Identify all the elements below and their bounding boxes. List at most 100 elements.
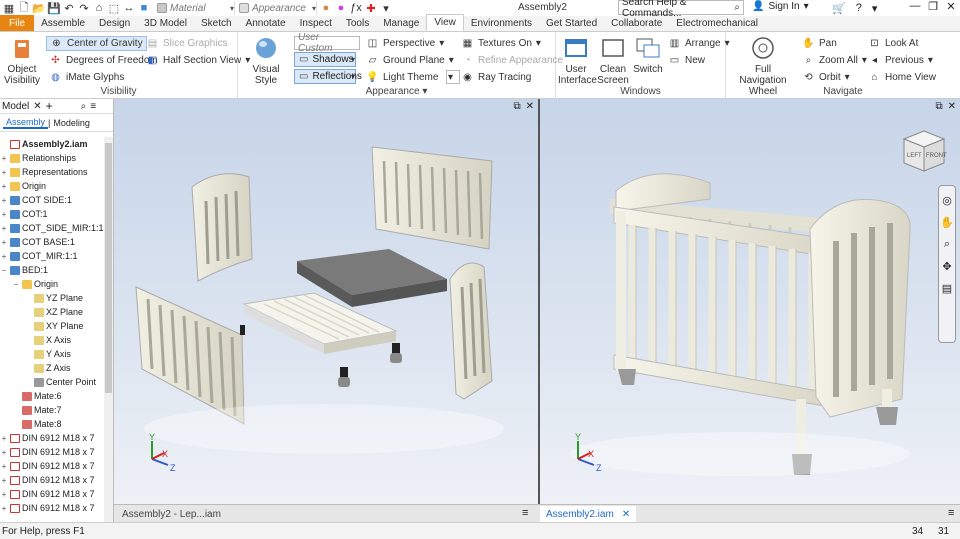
imate-glyphs-button[interactable]: ◍ iMate Glyphs xyxy=(49,70,124,85)
close-icon[interactable]: ✕ xyxy=(526,101,534,112)
tab-file[interactable]: File xyxy=(0,15,35,31)
steering-wheel-icon[interactable]: ◎ xyxy=(942,194,952,207)
switch-button[interactable]: Switch xyxy=(632,36,664,75)
save-icon[interactable]: 💾 xyxy=(47,1,61,15)
expand-icon[interactable]: + xyxy=(0,224,8,233)
half-section-view-button[interactable]: ◧ Half Section View ▾ xyxy=(146,53,250,68)
user-interface-button[interactable]: User Interface xyxy=(558,36,597,86)
material-combo[interactable]: Material ▾ xyxy=(157,1,235,15)
tree-item[interactable]: + Relationships xyxy=(0,151,104,165)
scrollbar-thumb[interactable] xyxy=(105,143,112,393)
user-custom-combo[interactable]: User Custom xyxy=(294,32,360,54)
tab-collaborate[interactable]: Collaborate xyxy=(604,15,669,31)
tree-item[interactable]: + COT_SIDE_MIR:1:1 xyxy=(0,221,104,235)
sign-in-button[interactable]: 👤 Sign In ▾ xyxy=(752,1,809,12)
tab-manage[interactable]: Manage xyxy=(376,15,426,31)
zoom-icon[interactable]: ⌕ xyxy=(944,238,950,251)
tree-item[interactable]: + COT BASE:1 xyxy=(0,235,104,249)
browser-scrollbar[interactable] xyxy=(104,137,113,523)
expand-icon[interactable]: + xyxy=(0,448,8,457)
view-cube[interactable]: LEFT FRONT xyxy=(902,130,947,172)
ground-plane-button[interactable]: ▱ Ground Plane ▾ xyxy=(366,53,454,68)
tree-item[interactable]: Mate:6 xyxy=(0,389,104,403)
close-icon[interactable]: ✕ xyxy=(942,0,960,16)
new-file-icon[interactable]: 🗋 xyxy=(17,1,31,15)
expand-icon[interactable]: + xyxy=(0,252,8,261)
tab-annotate[interactable]: Annotate xyxy=(239,15,293,31)
home-icon[interactable]: ⌂ xyxy=(92,1,106,15)
menu-icon[interactable]: ≡ xyxy=(90,101,96,112)
search-icon[interactable]: ⌕ xyxy=(81,101,87,112)
slice-graphics-button[interactable]: ▤ Slice Graphics xyxy=(146,36,228,51)
tab-get-started[interactable]: Get Started xyxy=(539,15,604,31)
cart-icon[interactable]: 🛒 xyxy=(832,2,846,15)
search-input[interactable]: Search Help & Commands... ⌕ xyxy=(618,0,744,19)
redo-icon[interactable]: ↷ xyxy=(77,1,91,15)
expand-icon[interactable]: + xyxy=(0,476,8,485)
tree-item[interactable]: + COT_MIR:1:1 xyxy=(0,249,104,263)
new-window-button[interactable]: ▭ New xyxy=(668,53,705,68)
expand-icon[interactable]: + xyxy=(0,154,8,163)
previous-view-button[interactable]: ◂ Previous ▾ xyxy=(868,53,933,68)
collapse-icon[interactable]: − xyxy=(12,280,20,289)
appearance-combo[interactable]: Appearance ▾ xyxy=(239,1,317,15)
light-theme-dropdown[interactable]: ▾ xyxy=(446,70,460,84)
tree-item[interactable]: + COT SIDE:1 xyxy=(0,193,104,207)
clean-screen-button[interactable]: Clean Screen xyxy=(596,36,630,86)
tree-item[interactable]: + Origin xyxy=(0,179,104,193)
collapse-icon[interactable]: − xyxy=(0,266,8,275)
arrange-button[interactable]: ▥ Arrange ▾ xyxy=(668,36,730,51)
expand-icon[interactable]: + xyxy=(0,168,8,177)
tab-assemble[interactable]: Assemble xyxy=(34,15,92,31)
color-swatch-icon[interactable]: ■ xyxy=(137,1,151,15)
tree-item[interactable]: − Origin xyxy=(0,277,104,291)
help-icon[interactable]: ? xyxy=(856,2,862,14)
expand-icon[interactable]: + xyxy=(0,238,8,247)
tab-modeling[interactable]: Modeling xyxy=(50,118,93,128)
expand-icon[interactable]: + xyxy=(0,490,8,499)
refine-appearance-button[interactable]: ◔ Refine Appearance xyxy=(461,53,563,68)
tab-sketch[interactable]: Sketch xyxy=(194,15,239,31)
close-icon[interactable]: ✕ xyxy=(622,509,630,520)
tree-item[interactable]: YZ Plane xyxy=(0,291,104,305)
expand-icon[interactable]: + xyxy=(0,504,8,513)
home-view-button[interactable]: ⌂ Home View xyxy=(868,70,935,85)
tab-view[interactable]: View xyxy=(426,14,464,31)
tree-item[interactable]: Mate:7 xyxy=(0,403,104,417)
chevron-down-icon[interactable]: ▾ xyxy=(872,2,878,15)
tree-item[interactable]: + Representations xyxy=(0,165,104,179)
undo-icon[interactable]: ↶ xyxy=(62,1,76,15)
tab-inspect[interactable]: Inspect xyxy=(293,15,339,31)
tree-item[interactable]: Assembly2.iam xyxy=(0,137,104,151)
expand-icon[interactable]: + xyxy=(0,182,8,191)
dropdown-icon[interactable]: ▾ xyxy=(379,1,393,15)
reflections-dropdown[interactable]: ▾ xyxy=(351,69,355,84)
visual-style-button[interactable]: Visual Style xyxy=(244,36,288,86)
zoom-all-button[interactable]: ⌕ Zoom All ▾ xyxy=(802,53,867,68)
appearance-icon[interactable]: ● xyxy=(334,1,348,15)
globe-icon[interactable]: ● xyxy=(319,1,333,15)
app-menu-icon[interactable]: ▦ xyxy=(2,1,16,15)
expand-icon[interactable]: + xyxy=(0,434,8,443)
textures-on-button[interactable]: ▦ Textures On ▾ xyxy=(461,36,541,51)
tree-item[interactable]: + DIN 6912 M18 x 7 xyxy=(0,473,104,487)
ray-tracing-button[interactable]: ◉ Ray Tracing xyxy=(461,70,531,85)
tree-item[interactable]: + DIN 6912 M18 x 7 xyxy=(0,459,104,473)
orbit-button[interactable]: ⟲ Orbit ▾ xyxy=(802,70,849,85)
tree-item[interactable]: + DIN 6912 M18 x 7 xyxy=(0,445,104,459)
pan-hand-icon[interactable]: ✋ xyxy=(940,216,954,229)
viewport-left[interactable]: ⧉ ✕ Y Z X xyxy=(114,99,538,504)
minimize-icon[interactable]: — xyxy=(906,0,924,16)
tree-item[interactable]: + COT:1 xyxy=(0,207,104,221)
pan-button[interactable]: ✋ Pan xyxy=(802,36,837,51)
plus-icon[interactable]: ✚ xyxy=(364,1,378,15)
tab-assembly[interactable]: Assembly xyxy=(3,117,49,129)
chevron-down-icon[interactable]: ▾ xyxy=(422,86,427,97)
close-icon[interactable]: ✕ xyxy=(33,101,41,112)
tree-item[interactable]: − BED:1 xyxy=(0,263,104,277)
tree-item[interactable]: + DIN 6912 M18 x 7 xyxy=(0,431,104,445)
measure-icon[interactable]: ↔ xyxy=(122,1,136,15)
open-folder-icon[interactable]: 📂 xyxy=(32,1,46,15)
tree-item[interactable]: XY Plane xyxy=(0,319,104,333)
tree-item[interactable]: XZ Plane xyxy=(0,305,104,319)
